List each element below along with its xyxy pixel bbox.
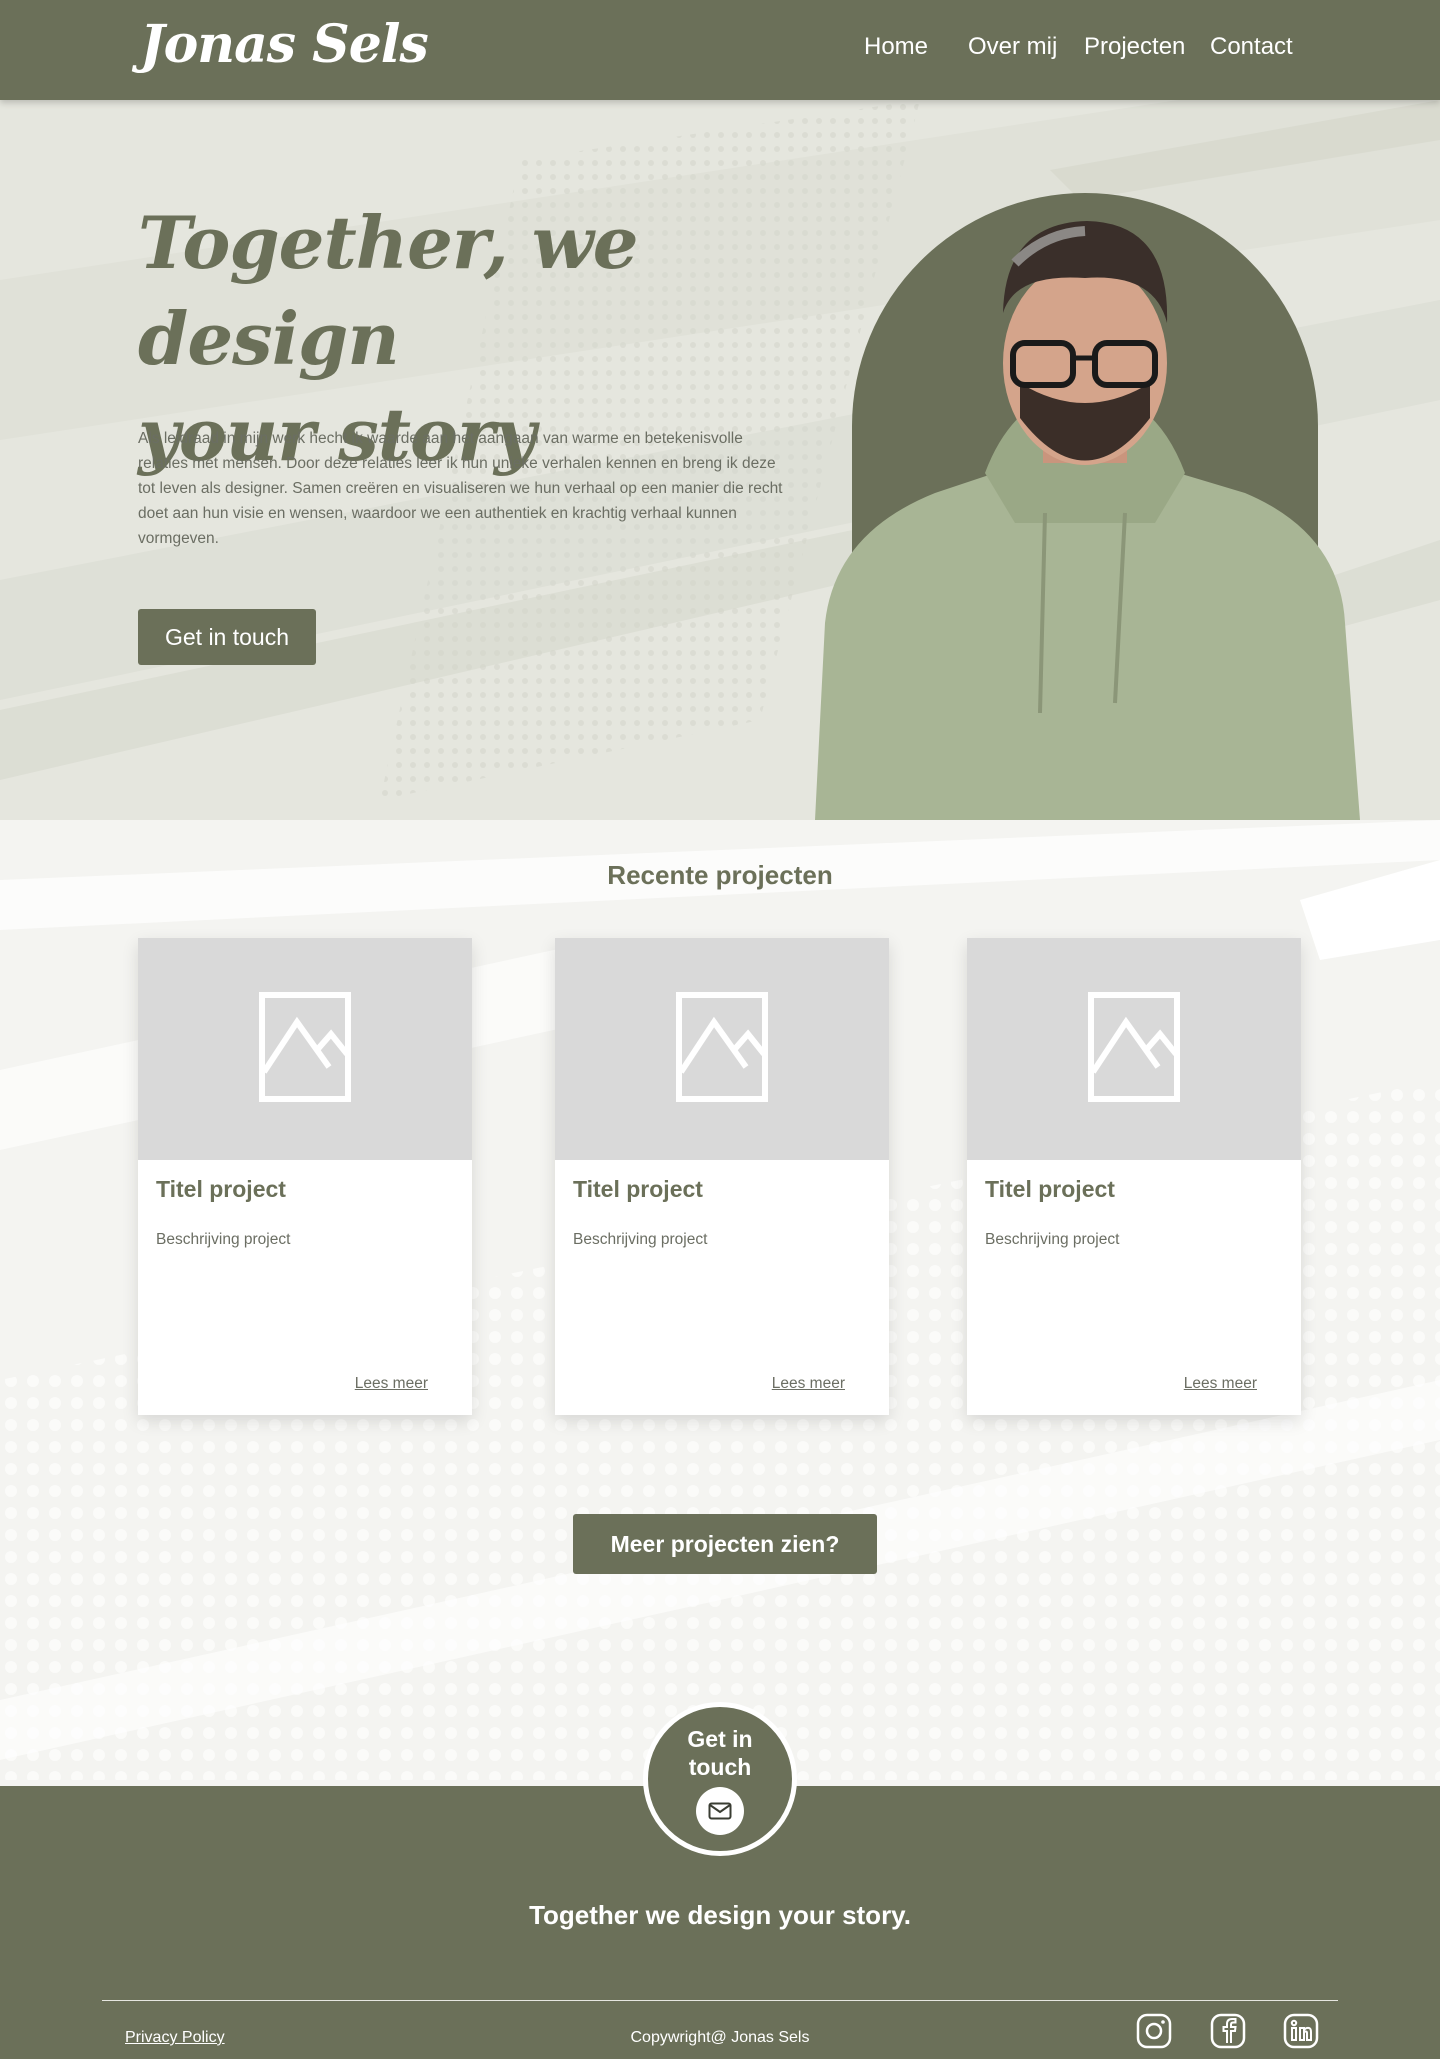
- project-card[interactable]: Titel project Beschrijving project Lees …: [967, 938, 1301, 1415]
- read-more-link[interactable]: Lees meer: [772, 1375, 845, 1393]
- portrait-image: [815, 193, 1360, 820]
- get-in-touch-button[interactable]: Get in touch: [138, 609, 316, 665]
- facebook-icon[interactable]: [1210, 2013, 1246, 2049]
- more-projects-button[interactable]: Meer projecten zien?: [573, 1514, 877, 1574]
- footer-tagline: Together we design your story.: [529, 1900, 911, 1930]
- linkedin-icon[interactable]: [1283, 2013, 1319, 2049]
- mail-icon: [708, 1802, 732, 1820]
- card-description: Beschrijving project: [156, 1231, 291, 1248]
- site-header: Jonas Sels Home Over mij Projecten Conta…: [0, 0, 1440, 100]
- card-description: Beschrijving project: [985, 1231, 1120, 1248]
- footer-divider: [102, 2000, 1338, 2001]
- read-more-link[interactable]: Lees meer: [355, 1375, 428, 1393]
- project-card[interactable]: Titel project Beschrijving project Lees …: [555, 938, 889, 1415]
- card-description: Beschrijving project: [573, 1231, 708, 1248]
- nav-contact[interactable]: Contact: [1210, 33, 1293, 61]
- card-title: Titel project: [573, 1176, 703, 1202]
- section-title: Recente projecten: [607, 860, 833, 890]
- nav-projecten[interactable]: Projecten: [1084, 33, 1185, 61]
- hero-section: Together, we design your story Als leidr…: [0, 100, 1440, 820]
- projects-section: Recente projecten Titel project Beschrij…: [0, 820, 1440, 1786]
- image-placeholder-icon: [1088, 992, 1180, 1102]
- instagram-icon[interactable]: [1136, 2013, 1172, 2049]
- contact-label: Get in touch: [687, 1726, 753, 1780]
- card-title: Titel project: [156, 1176, 286, 1202]
- contact-circle[interactable]: Get in touch: [643, 1702, 797, 1856]
- nav-home[interactable]: Home: [864, 33, 928, 61]
- hero-description: Als leidraad in mijn werk hecht ik waard…: [138, 430, 783, 547]
- image-placeholder: [967, 938, 1301, 1160]
- nav-over-mij[interactable]: Over mij: [968, 33, 1057, 61]
- project-card[interactable]: Titel project Beschrijving project Lees …: [138, 938, 472, 1415]
- site-logo[interactable]: Jonas Sels: [140, 14, 429, 75]
- image-placeholder: [555, 938, 889, 1160]
- read-more-link[interactable]: Lees meer: [1184, 1375, 1257, 1393]
- mail-button[interactable]: [696, 1787, 744, 1835]
- card-title: Titel project: [985, 1176, 1115, 1202]
- image-placeholder: [138, 938, 472, 1160]
- image-placeholder-icon: [676, 992, 768, 1102]
- image-placeholder-icon: [259, 992, 351, 1102]
